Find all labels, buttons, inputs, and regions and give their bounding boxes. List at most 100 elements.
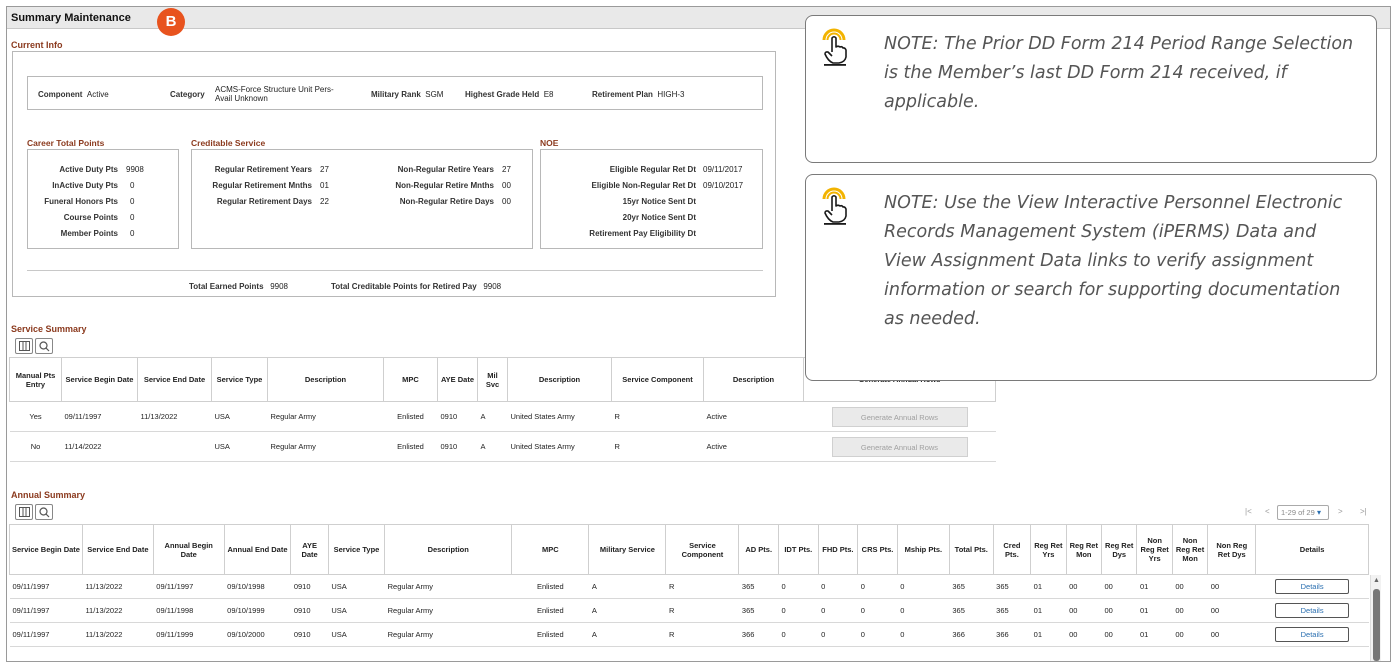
annual-col-9: Service Component xyxy=(665,524,740,575)
cell-end xyxy=(137,431,212,462)
non-regular-ret-mnths-value: 00 xyxy=(502,181,511,190)
annual-col-14: Mship Pts. xyxy=(896,524,950,575)
cell-mpc: Enlisted xyxy=(383,431,438,462)
annual-cell: 01 xyxy=(1136,598,1173,623)
annual-cell: 00 xyxy=(1172,622,1208,647)
annual-cell: Regular Army xyxy=(384,574,512,599)
annual-cell: 365 xyxy=(993,574,1031,599)
total-creditable-points-label: Total Creditable Points for Retired Pay xyxy=(331,282,477,291)
category-field: Category xyxy=(170,90,205,99)
non-regular-ret-years-value: 27 xyxy=(502,165,511,174)
annual-cell: 09/10/2000 xyxy=(224,622,291,647)
generate-annual-rows-button[interactable]: Generate Annual Rows xyxy=(831,406,968,427)
annual-cell: USA xyxy=(328,622,385,647)
note-callout-2: NOTE: Use the View Interactive Personnel… xyxy=(805,174,1377,381)
annual-col-8: Military Service xyxy=(588,524,667,575)
annual-cell: 00 xyxy=(1172,598,1208,623)
annual-cell: R xyxy=(665,598,739,623)
eligible-non-regular-ret-dt-value: 09/10/2017 xyxy=(703,181,744,190)
service-column-chooser-button[interactable] xyxy=(15,338,33,354)
annual-cell: 09/11/1997 xyxy=(153,574,225,599)
career-total-points-title: Career Total Points xyxy=(27,138,105,148)
retirement-plan-value: HIGH-3 xyxy=(657,90,685,99)
cell-component: R xyxy=(611,401,704,432)
cell-type: USA xyxy=(211,401,268,432)
regular-ret-mnths-label: Regular Retirement Mnths xyxy=(212,181,312,190)
regular-ret-years-value: 27 xyxy=(320,165,329,174)
cell-end: 11/13/2022 xyxy=(137,401,212,432)
annual-cell: 00 xyxy=(1101,598,1137,623)
note-callout-1: NOTE: The Prior DD Form 214 Period Range… xyxy=(805,15,1377,163)
annual-cell: 0 xyxy=(778,598,819,623)
details-button[interactable]: Details xyxy=(1275,579,1350,594)
col-mpc: MPC xyxy=(383,357,438,402)
last-page-icon[interactable]: >| xyxy=(1360,507,1367,516)
annual-cell: 365 xyxy=(738,598,779,623)
page-range-select[interactable]: 1-29 of 29 ▾ xyxy=(1277,505,1329,520)
annual-cell: 00 xyxy=(1101,574,1137,599)
cell-manual: Yes xyxy=(9,401,62,432)
military-rank-label: Military Rank xyxy=(371,90,421,99)
annual-cell: Enlisted xyxy=(511,622,589,647)
annual-cell: 01 xyxy=(1030,574,1067,599)
annual-col-0: Service Begin Date xyxy=(9,524,83,575)
col-description: Description xyxy=(267,357,384,402)
details-button[interactable]: Details xyxy=(1275,603,1350,618)
cell-desc2: United States Army xyxy=(507,431,612,462)
military-rank-field: Military Rank SGM xyxy=(371,90,443,99)
retirement-plan-field: Retirement Plan HIGH-3 xyxy=(592,90,684,99)
annual-cell: Regular Army xyxy=(384,598,512,623)
cell-desc3: Active xyxy=(703,431,804,462)
inactive-duty-pts-value: 0 xyxy=(130,181,135,190)
cell-milsvc: A xyxy=(477,401,508,432)
callout-marker-b: B xyxy=(157,8,185,36)
table-row: 09/11/1997 11/13/2022 09/11/1997 09/10/1998… xyxy=(9,574,1369,599)
table-row: 09/11/1997 11/13/2022 09/11/1998 09/10/1999… xyxy=(9,598,1369,623)
non-regular-ret-days-value: 00 xyxy=(502,197,511,206)
annual-cell: Enlisted xyxy=(511,574,589,599)
highest-grade-label: Highest Grade Held xyxy=(465,90,540,99)
current-info-panel: Component Active Category ACMS-Force Str… xyxy=(12,51,776,297)
annual-cell: 365 xyxy=(738,574,779,599)
annual-cell: 00 xyxy=(1207,598,1256,623)
page-frame: Summary Maintenance B Current Info Compo… xyxy=(6,6,1391,662)
note-text-2: NOTE: Use the View Interactive Personnel… xyxy=(884,193,1343,329)
annual-body: 09/11/1997 11/13/2022 09/11/1997 09/10/1998… xyxy=(9,574,1369,647)
annual-cell: 09/11/1997 xyxy=(9,574,83,599)
cell-manual: No xyxy=(9,431,62,462)
next-page-icon[interactable]: > xyxy=(1338,507,1343,516)
annual-cell: 0910 xyxy=(290,598,329,623)
generate-annual-rows-button[interactable]: Generate Annual Rows xyxy=(831,436,968,457)
chevron-down-icon: ▾ xyxy=(1314,508,1322,517)
annual-search-button[interactable] xyxy=(35,504,53,520)
columns-icon xyxy=(19,507,30,517)
annual-col-18: Reg Ret Mon xyxy=(1065,524,1103,575)
annual-cell: 09/11/1997 xyxy=(9,622,83,647)
category-label: Category xyxy=(170,90,205,99)
retirement-plan-label: Retirement Plan xyxy=(592,90,653,99)
table-row: 09/11/1997 11/13/2022 09/11/1999 09/10/2000… xyxy=(9,622,1369,647)
cell-desc1: Regular Army xyxy=(267,431,384,462)
first-page-icon[interactable]: |< xyxy=(1245,507,1252,516)
details-button[interactable]: Details xyxy=(1275,627,1350,642)
tap-icon xyxy=(822,28,847,66)
annual-col-16: Cred Pts. xyxy=(992,524,1032,575)
course-points-label: Course Points xyxy=(63,213,118,222)
service-search-button[interactable] xyxy=(35,338,53,354)
military-rank-value: SGM xyxy=(425,90,444,99)
annual-column-chooser-button[interactable] xyxy=(15,504,33,520)
table-row: Yes 09/11/1997 11/13/2022 USA Regular Ar… xyxy=(9,401,996,432)
prev-page-icon[interactable]: < xyxy=(1265,507,1270,516)
scrollbar-thumb[interactable] xyxy=(1373,589,1380,661)
scroll-up-icon[interactable]: ▲ xyxy=(1373,577,1380,584)
annual-cell: 00 xyxy=(1172,574,1208,599)
annual-cell: A xyxy=(588,574,666,599)
annual-cell: 366 xyxy=(738,622,779,647)
annual-cell: 11/13/2022 xyxy=(82,574,154,599)
annual-scrollbar[interactable]: ▲ xyxy=(1370,575,1381,661)
regular-ret-years-label: Regular Retirement Years xyxy=(214,165,312,174)
col-aye-date: AYE Date xyxy=(437,357,478,402)
active-duty-pts-value: 9908 xyxy=(126,165,144,174)
funeral-honors-pts-label: Funeral Honors Pts xyxy=(44,197,118,206)
component-field: Component Active xyxy=(38,90,109,99)
